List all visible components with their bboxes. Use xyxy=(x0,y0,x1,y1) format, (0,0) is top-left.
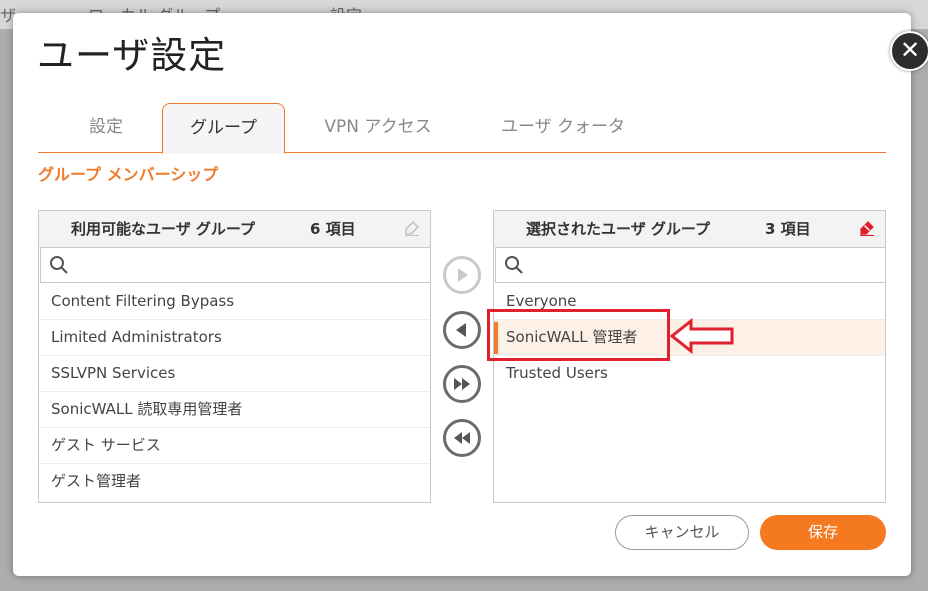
selected-search-input[interactable] xyxy=(495,247,886,283)
selected-groups-header: 選択されたユーザ グループ 3 項目 xyxy=(494,211,885,247)
dialog-title: ユーザ設定 xyxy=(37,34,227,77)
available-groups-list: Content Filtering Bypass Limited Adminis… xyxy=(39,284,430,500)
move-right-icon xyxy=(458,268,468,282)
list-item[interactable]: ゲスト サービス xyxy=(39,428,430,464)
selected-groups-title: 選択されたユーザ グループ xyxy=(526,220,711,238)
list-item[interactable]: SSLVPN Services xyxy=(39,356,430,392)
available-groups-count: 6 項目 xyxy=(310,220,356,238)
eraser-icon[interactable] xyxy=(859,220,875,236)
close-button[interactable]: ✕ xyxy=(890,31,928,71)
available-groups-title: 利用可能なユーザ グループ xyxy=(71,220,256,238)
move-all-right-button[interactable] xyxy=(443,365,481,403)
move-left-button[interactable] xyxy=(443,311,481,349)
available-groups-panel: 利用可能なユーザ グループ 6 項目 Content Filtering Byp… xyxy=(38,210,431,503)
list-item[interactable]: SonicWALL 読取専用管理者 xyxy=(39,392,430,428)
move-left-icon xyxy=(456,323,466,337)
annotation-highlight-box xyxy=(487,309,670,361)
tab-bar: 設定 グループ VPN アクセス ユーザ クォータ xyxy=(38,103,886,154)
search-icon xyxy=(505,256,523,274)
available-search-input[interactable] xyxy=(40,247,431,283)
tab-user-quota[interactable]: ユーザ クォータ xyxy=(478,103,648,153)
tab-settings[interactable]: 設定 xyxy=(66,103,146,153)
selected-groups-count: 3 項目 xyxy=(765,220,811,238)
available-groups-header: 利用可能なユーザ グループ 6 項目 xyxy=(39,211,430,247)
list-item[interactable]: Content Filtering Bypass xyxy=(39,284,430,320)
close-icon: ✕ xyxy=(899,36,921,64)
user-settings-dialog: ユーザ設定 設定 グループ VPN アクセス ユーザ クォータ グループ メンバ… xyxy=(13,13,911,576)
search-icon xyxy=(50,256,68,274)
tab-groups[interactable]: グループ xyxy=(162,103,285,154)
move-all-left-icon xyxy=(454,432,470,444)
annotation-arrow-icon xyxy=(669,318,734,354)
move-right-button[interactable] xyxy=(443,256,481,294)
list-item[interactable]: ゲスト管理者 xyxy=(39,464,430,500)
list-item[interactable]: Limited Administrators xyxy=(39,320,430,356)
cancel-button[interactable]: キャンセル xyxy=(615,515,749,550)
list-item[interactable]: Trusted Users xyxy=(494,356,885,392)
tab-vpn-access[interactable]: VPN アクセス xyxy=(308,103,448,153)
move-all-right-icon xyxy=(454,378,470,390)
move-all-left-button[interactable] xyxy=(443,419,481,457)
save-button[interactable]: 保存 xyxy=(760,515,886,550)
section-title: グループ メンバーシップ xyxy=(38,165,219,184)
eraser-icon[interactable] xyxy=(404,220,420,236)
